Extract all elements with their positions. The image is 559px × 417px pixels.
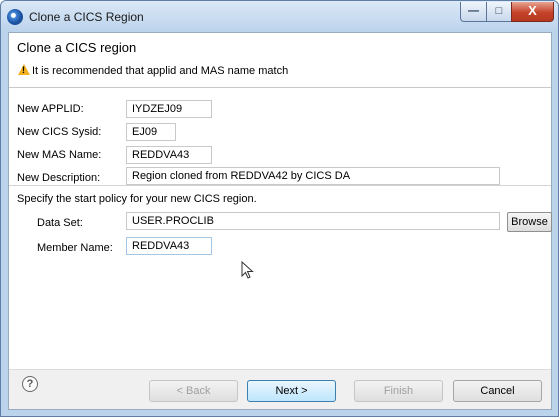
close-button[interactable]: X: [511, 2, 554, 22]
dataset-label: Data Set:: [37, 217, 83, 229]
dialog-window: Clone a CICS Region — □ X Clone a CICS r…: [0, 0, 559, 417]
mas-name-label: New MAS Name:: [17, 149, 102, 161]
applid-input[interactable]: IYDZEJ09: [126, 100, 212, 118]
sysid-input[interactable]: EJ09: [126, 123, 176, 141]
description-label: New Description:: [17, 172, 101, 184]
section-divider: [9, 185, 551, 186]
wizard-body: New APPLID: IYDZEJ09 New CICS Sysid: EJ0…: [9, 89, 552, 369]
wizard-header: Clone a CICS region It is recommended th…: [9, 33, 551, 88]
wizard-title: Clone a CICS region: [17, 40, 137, 55]
dataset-input[interactable]: USER.PROCLIB: [126, 212, 500, 230]
mouse-pointer-icon: [241, 261, 254, 279]
dialog-client-area: Clone a CICS region It is recommended th…: [8, 32, 552, 410]
sysid-label: New CICS Sysid:: [17, 126, 102, 138]
window-title: Clone a CICS Region: [29, 10, 144, 24]
warning-icon: [18, 64, 30, 75]
applid-label: New APPLID:: [17, 103, 84, 115]
finish-button[interactable]: Finish: [354, 380, 443, 402]
wizard-footer: ? < Back Next > Finish Cancel: [9, 369, 551, 409]
start-policy-text: Specify the start policy for your new CI…: [17, 193, 257, 205]
cancel-button[interactable]: Cancel: [453, 380, 542, 402]
member-name-label: Member Name:: [37, 242, 113, 254]
next-button[interactable]: Next >: [247, 380, 336, 402]
minimize-button[interactable]: —: [460, 2, 487, 22]
cics-app-icon: [7, 9, 23, 25]
warning-message: It is recommended that applid and MAS na…: [32, 65, 289, 77]
mas-name-input[interactable]: REDDVA43: [126, 146, 212, 164]
description-input[interactable]: Region cloned from REDDVA42 by CICS DA: [126, 167, 500, 185]
member-name-input[interactable]: REDDVA43: [126, 237, 212, 255]
title-bar[interactable]: Clone a CICS Region — □ X: [1, 1, 558, 31]
back-button[interactable]: < Back: [149, 380, 238, 402]
browse-button[interactable]: Browse: [507, 212, 552, 232]
help-icon[interactable]: ?: [22, 376, 38, 392]
maximize-button[interactable]: □: [486, 2, 512, 22]
